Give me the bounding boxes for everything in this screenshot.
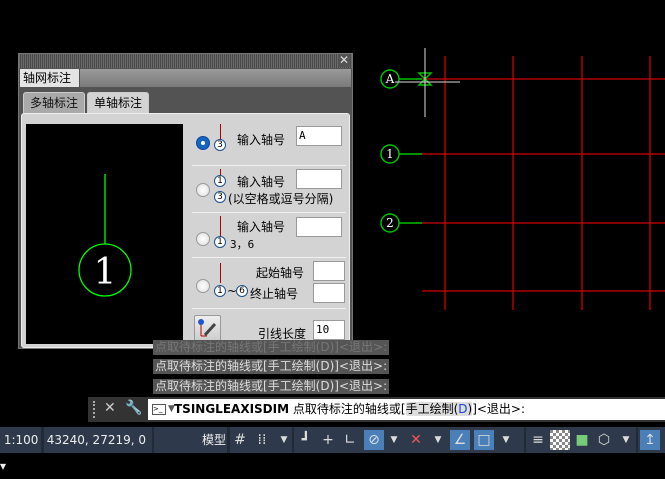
option-label: 输入轴号 [237,220,286,234]
object-snap-icon[interactable]: □ [474,430,494,450]
option-hint: 3，6 [230,238,255,251]
axis-label-a: A [385,72,395,86]
display-tools: ≡ ■ ⬡ ▼ [526,427,636,453]
command-history-line: 点取待标注的轴线或[手工绘制(D)]<退出>: [153,359,390,374]
grid-group: # ⁞⁞ ▼ [230,427,292,453]
axis-bubble-icon: 6 [236,285,248,297]
tab-strip [80,69,351,87]
coordinates-readout: 43240, 27219, 0 [44,427,152,453]
close-icon[interactable]: ✕ [104,400,116,416]
axis-numbers-input[interactable] [296,169,342,189]
pick-leader-button[interactable] [194,315,221,342]
start-axis-input[interactable] [313,261,345,281]
radio-option-3[interactable] [196,232,210,246]
dynamic-input-icon[interactable]: + [318,430,338,450]
option-label: 输入轴号 [237,133,286,147]
pencil-icon [198,319,217,337]
infer-constraints-icon[interactable]: ┛ [296,430,316,450]
status-bar: 例 1:100 ▾ 43240, 27219, 0 模型 # ⁞⁞ ▼ ┛ + … [0,427,665,473]
drafting-tools: ┛ + ∟ ⊘ ▼ ✕ ▼ ∠ □ ▼ [294,427,524,453]
prompt-text: ]<退出>: [472,402,526,416]
axis-number-input-3[interactable] [296,217,342,237]
dynamic-ucs-icon[interactable]: ↥ [640,430,660,450]
option-row-2: 1 3 输入轴号 (以空格或逗号分隔) [192,167,346,213]
chevron-down-icon[interactable]: ▼ [384,430,404,450]
wrench-icon[interactable]: 🔧 [125,400,142,416]
lineweight-icon[interactable]: ≡ [528,430,548,450]
polar-tracking-icon[interactable]: ⊘ [364,430,384,450]
tab-axis-dim[interactable]: 轴网标注 [20,69,79,87]
start-label: 起始轴号 [256,266,305,280]
command-name: TSINGLEAXISDIM [174,402,290,416]
tab-single-axis[interactable]: 单轴标注 [87,92,150,114]
command-history-line: 点取待标注的轴线或[手工绘制(D)]<退出>: [153,379,390,394]
chevron-down-icon[interactable]: ▼ [496,430,516,450]
axis-label-2: 2 [386,216,394,230]
crosshair-cursor-icon [395,48,460,117]
grid-icon[interactable]: # [230,430,250,450]
model-label[interactable]: 模型 [200,427,228,453]
axis-bubble-icon: 1 [214,236,226,248]
radio-option-4[interactable] [196,279,210,293]
prompt-text: 点取待标注的轴线或[ [292,402,406,416]
preview-area: 1 [26,124,183,344]
option-row-1: 3 输入轴号 A [192,122,346,166]
annotation-scale[interactable]: 例 1:100 ▾ [0,427,41,473]
tab-multi-axis[interactable]: 多轴标注 [23,92,86,113]
lead-length-input[interactable]: 10 [313,320,345,340]
command-history-line: 点取待标注的轴线或[手工绘制(D)]<退出>: [153,340,390,355]
transparency-icon[interactable] [550,430,570,450]
chevron-down-icon[interactable]: ▼ [168,399,175,420]
dialog-drag-bar[interactable] [19,54,352,68]
snap-icon[interactable]: ⁞⁞ [252,430,272,450]
radio-option-2[interactable] [196,183,210,197]
axis-bubble-icon: 1 [214,285,226,297]
option-row-4: 1 ~ 6 起始轴号 终止轴号 [192,259,346,309]
command-input[interactable]: >_ ▼ TSINGLEAXISDIM 点取待标注的轴线或[手工绘制(D)]<退… [148,399,665,420]
radio-option-1[interactable] [196,136,210,150]
axis-bubble-icon: 1 [214,175,226,187]
ortho-icon[interactable]: ∟ [340,430,360,450]
chevron-down-icon[interactable]: ▼ [274,430,294,450]
option-label: 输入轴号 [237,175,286,189]
preview-label: 1 [94,252,117,293]
chevron-down-icon[interactable]: ▼ [616,430,636,450]
single-axis-panel: 1 3 输入轴号 A 1 3 输入轴号 (以空格或逗号分隔) 1 输入轴号 3，… [21,113,350,348]
close-icon[interactable]: ✕ [338,54,350,67]
drag-handle[interactable] [93,401,97,418]
selection-cycling-icon[interactable]: ■ [572,430,592,450]
axis-dim-dialog: ✕ 轴网标注 多轴标注 单轴标注 1 3 输入轴号 A 1 3 输入轴号 (以空… [18,53,353,349]
axis-grid [422,56,665,310]
3d-osnap-icon[interactable]: ⬡ [594,430,614,450]
option-hint: (以空格或逗号分隔) [228,192,334,206]
axis-label-1: 1 [386,147,394,161]
ucs-tools: ↥ [638,427,665,453]
object-snap-tracking-icon[interactable]: ✕ [406,430,426,450]
chevron-down-icon[interactable]: ▼ [428,430,448,450]
option-row-3: 1 输入轴号 3，6 [192,214,346,258]
end-label: 终止轴号 [250,287,299,301]
end-axis-input[interactable] [313,283,345,303]
command-line: ✕ 🔧 >_ ▼ TSINGLEAXISDIM 点取待标注的轴线或[手工绘制(D… [88,397,665,422]
axis-bubble-icon: 3 [214,139,226,151]
command-option-manual[interactable]: 手工绘制(D) [405,402,473,416]
axis-number-input[interactable]: A [296,126,342,146]
axis-bubble-icon: 3 [214,191,226,203]
terminal-icon: >_ [152,404,166,415]
isometric-icon[interactable]: ∠ [450,430,470,450]
